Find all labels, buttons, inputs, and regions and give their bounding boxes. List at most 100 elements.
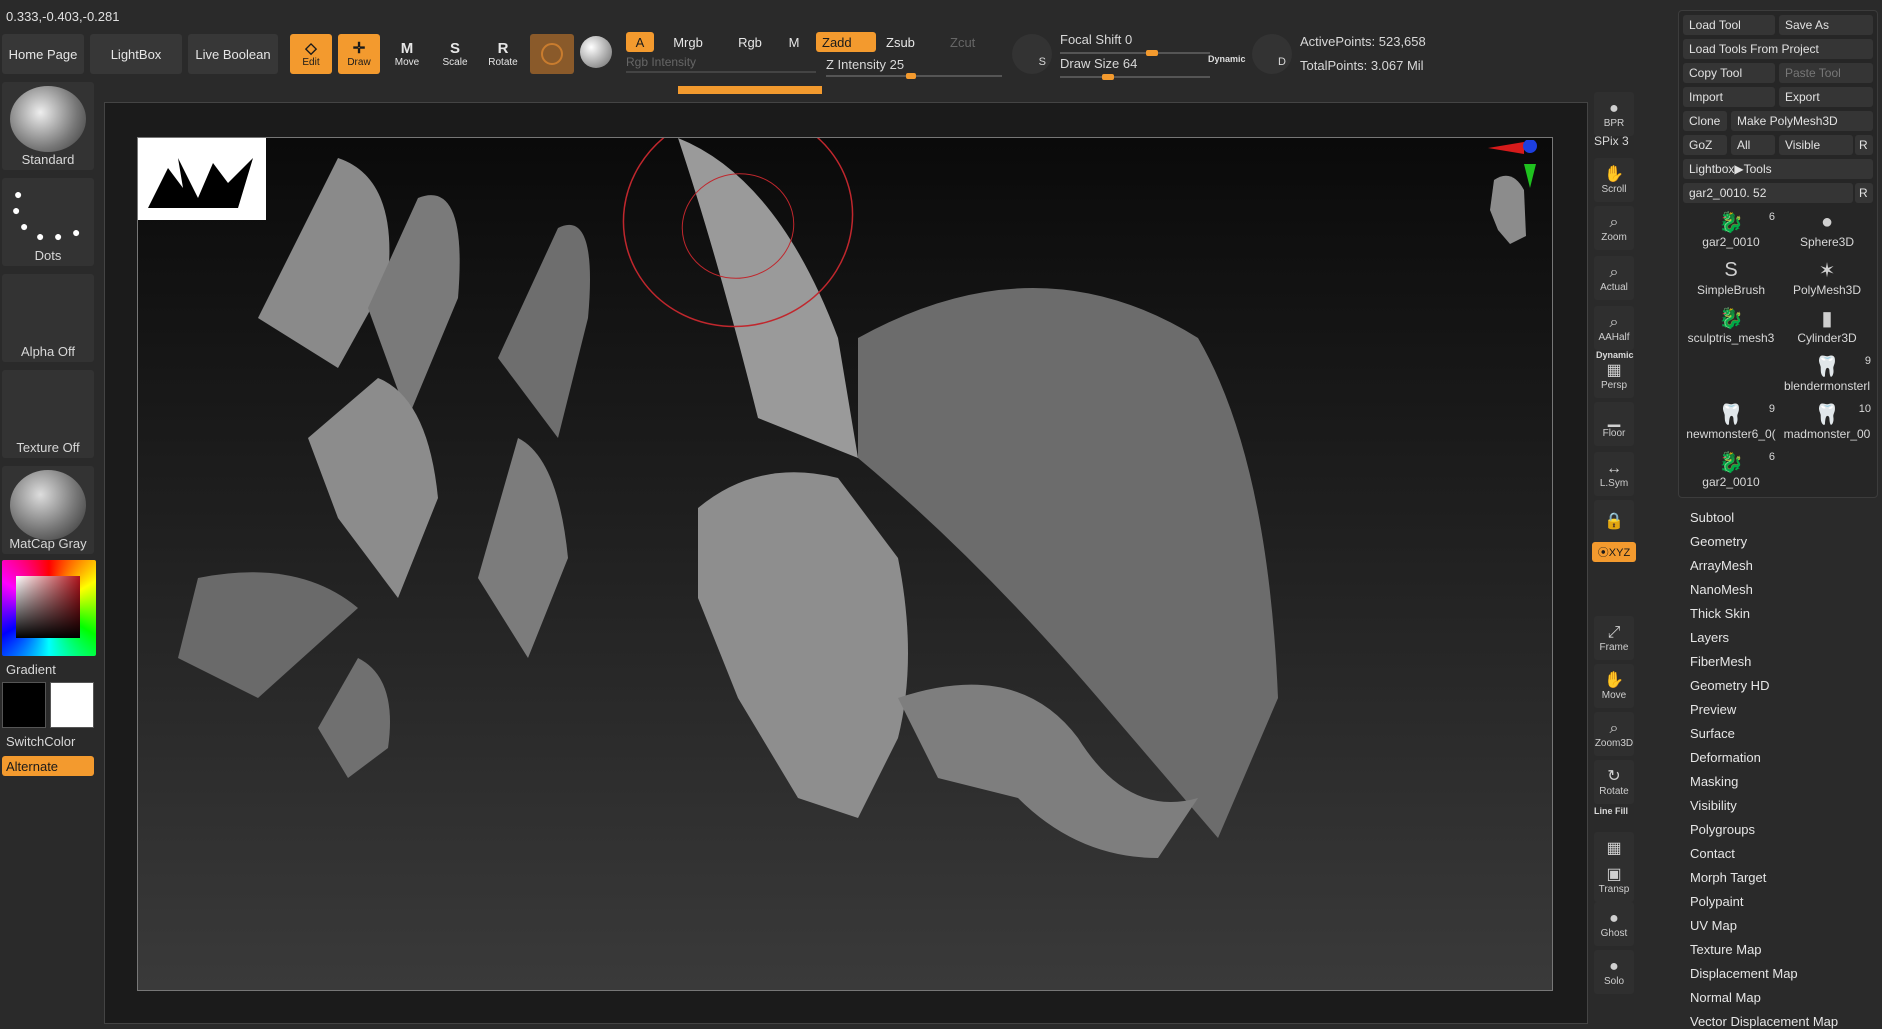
import-button[interactable]: Import <box>1683 87 1775 107</box>
tool-thumb[interactable]: 6 🐉 gar2_0010 <box>1683 449 1779 495</box>
current-tool-r-button[interactable]: R <box>1855 183 1873 203</box>
secondary-color-swatch[interactable] <box>50 682 94 728</box>
shelf-move-button[interactable]: ✋ Move <box>1594 664 1634 708</box>
shelf-lsym-button[interactable]: ↔ L.Sym <box>1594 452 1634 496</box>
color-picker[interactable] <box>2 560 96 656</box>
orientation-gizmo[interactable] <box>1484 139 1544 250</box>
submenu-item[interactable]: Displacement Map <box>1690 966 1798 981</box>
shelf-ghost-button[interactable]: ● Ghost <box>1594 902 1634 946</box>
rgb-intensity-slider[interactable]: Rgb Intensity <box>626 55 816 73</box>
lightbox-button[interactable]: LightBox <box>90 34 182 74</box>
draw-size-slider[interactable]: Draw Size 64 <box>1060 56 1210 80</box>
submenu-item[interactable]: Texture Map <box>1690 942 1762 957</box>
rotate-button[interactable]: R Rotate <box>482 34 524 74</box>
stroke-selector[interactable]: ● ● ● ● ● ● Dots <box>2 178 94 266</box>
tool-thumb[interactable]: 9 🦷 newmonster6_0( <box>1683 401 1779 447</box>
goz-visible-button[interactable]: Visible <box>1779 135 1853 155</box>
gradient-label[interactable]: Gradient <box>6 662 56 677</box>
paste-tool-button[interactable]: Paste Tool <box>1779 63 1873 83</box>
submenu-item[interactable]: FiberMesh <box>1690 654 1751 669</box>
submenu-item[interactable]: ArrayMesh <box>1690 558 1753 573</box>
live-boolean-button[interactable]: Live Boolean <box>188 34 278 74</box>
submenu-item[interactable]: Geometry HD <box>1690 678 1769 693</box>
primary-color-swatch[interactable] <box>2 682 46 728</box>
scale-button[interactable]: S Scale <box>434 34 476 74</box>
mrgb-toggle[interactable]: Mrgb <box>658 32 718 52</box>
submenu-item[interactable]: Polypaint <box>1690 894 1743 909</box>
texture-swatch-button[interactable] <box>580 36 618 72</box>
a-toggle[interactable]: A <box>626 32 654 52</box>
shelf-frame-button[interactable]: ⤢ Frame <box>1594 616 1634 660</box>
goz-button[interactable]: GoZ <box>1683 135 1727 155</box>
shelf-aahalf-button[interactable]: ⌕ AAHalf <box>1594 306 1634 350</box>
alternate-button[interactable]: Alternate <box>2 756 94 776</box>
submenu-item[interactable]: Deformation <box>1690 750 1761 765</box>
tool-thumb[interactable]: S SimpleBrush <box>1683 257 1779 303</box>
submenu-item[interactable]: Subtool <box>1690 510 1734 525</box>
copy-tool-button[interactable]: Copy Tool <box>1683 63 1775 83</box>
submenu-item[interactable]: Geometry <box>1690 534 1747 549</box>
texture-selector[interactable]: Texture Off <box>2 370 94 458</box>
tool-thumb[interactable]: 10 🦷 madmonster_00 <box>1779 401 1875 447</box>
z-intensity-slider[interactable]: Z Intensity 25 <box>826 57 1002 79</box>
shelf-scroll-button[interactable]: ✋ Scroll <box>1594 158 1634 202</box>
shelf-zoom3d-button[interactable]: ⌕ Zoom3D <box>1594 712 1634 756</box>
zcut-toggle[interactable]: Zcut <box>944 32 1004 52</box>
alpha-selector[interactable]: Alpha Off <box>2 274 94 362</box>
current-tool-slider[interactable]: gar2_0010. 52 <box>1683 183 1853 203</box>
save-as-button[interactable]: Save As <box>1779 15 1873 35</box>
edit-button[interactable]: ◇ Edit <box>290 34 332 74</box>
load-tools-from-project-button[interactable]: Load Tools From Project <box>1683 39 1873 59</box>
zsub-toggle[interactable]: Zsub <box>880 32 940 52</box>
dynamic-toggle[interactable]: Dynamic <box>1208 54 1246 64</box>
material-selector[interactable]: MatCap Gray <box>2 466 94 554</box>
submenu-item[interactable]: Polygroups <box>1690 822 1755 837</box>
tool-thumb[interactable]: 9 🦷 blendermonsterl <box>1779 353 1875 399</box>
clone-button[interactable]: Clone <box>1683 111 1727 131</box>
material-swatch-button[interactable] <box>530 34 574 74</box>
home-page-button[interactable]: Home Page <box>2 34 84 74</box>
shelf-persp-button[interactable]: ▦ Persp <box>1594 354 1634 398</box>
zadd-toggle[interactable]: Zadd <box>816 32 876 52</box>
submenu-item[interactable]: Preview <box>1690 702 1736 717</box>
m-toggle[interactable]: M <box>782 32 806 52</box>
make-polymesh3d-button[interactable]: Make PolyMesh3D <box>1731 111 1873 131</box>
submenu-item[interactable]: Visibility <box>1690 798 1737 813</box>
submenu-item[interactable]: Surface <box>1690 726 1735 741</box>
document-viewport[interactable] <box>104 102 1588 1024</box>
submenu-item[interactable]: UV Map <box>1690 918 1737 933</box>
shelf-bpr-button[interactable]: ● BPR <box>1594 92 1634 136</box>
goz-all-button[interactable]: All <box>1731 135 1775 155</box>
brush-selector[interactable]: Standard <box>2 82 94 170</box>
submenu-item[interactable]: Normal Map <box>1690 990 1761 1005</box>
goz-r-button[interactable]: R <box>1855 135 1873 155</box>
color-picker-square[interactable] <box>16 576 80 638</box>
lightbox-tools-button[interactable]: Lightbox▶Tools <box>1683 159 1873 179</box>
shelf-lock-button[interactable]: 🔒 <box>1594 500 1634 544</box>
tool-thumb[interactable]: ▮ Cylinder3D <box>1779 305 1875 351</box>
draw-button[interactable]: ✛ Draw <box>338 34 380 74</box>
submenu-item[interactable]: Contact <box>1690 846 1735 861</box>
submenu-item[interactable]: Layers <box>1690 630 1729 645</box>
s-dial-button[interactable]: S <box>1012 34 1052 74</box>
submenu-item[interactable]: Thick Skin <box>1690 606 1750 621</box>
xyz-symmetry-button[interactable]: ⦿XYZ <box>1592 542 1636 562</box>
tool-thumb[interactable]: 6 🐉 gar2_0010 <box>1683 209 1779 255</box>
submenu-item[interactable]: Masking <box>1690 774 1738 789</box>
sculpt-canvas[interactable] <box>137 137 1553 991</box>
shelf-actual-button[interactable]: ⌕ Actual <box>1594 256 1634 300</box>
rgb-toggle[interactable]: Rgb <box>722 32 778 52</box>
shelf-transp-button[interactable]: ▣ Transp <box>1594 858 1634 902</box>
shelf-floor-button[interactable]: ▁ Floor <box>1594 402 1634 446</box>
move-button[interactable]: M Move <box>386 34 428 74</box>
export-button[interactable]: Export <box>1779 87 1873 107</box>
submenu-item[interactable]: Morph Target <box>1690 870 1766 885</box>
switchcolor-button[interactable]: SwitchColor <box>6 734 75 749</box>
load-tool-button[interactable]: Load Tool <box>1683 15 1775 35</box>
submenu-item[interactable]: NanoMesh <box>1690 582 1753 597</box>
spix-slider[interactable]: SPix 3 <box>1594 134 1629 148</box>
d-dial-button[interactable]: D <box>1252 34 1292 74</box>
shelf-rotate-button[interactable]: ↻ Rotate <box>1594 760 1634 804</box>
tool-thumb[interactable]: ● Sphere3D <box>1779 209 1875 255</box>
shelf-zoom-button[interactable]: ⌕ Zoom <box>1594 206 1634 250</box>
